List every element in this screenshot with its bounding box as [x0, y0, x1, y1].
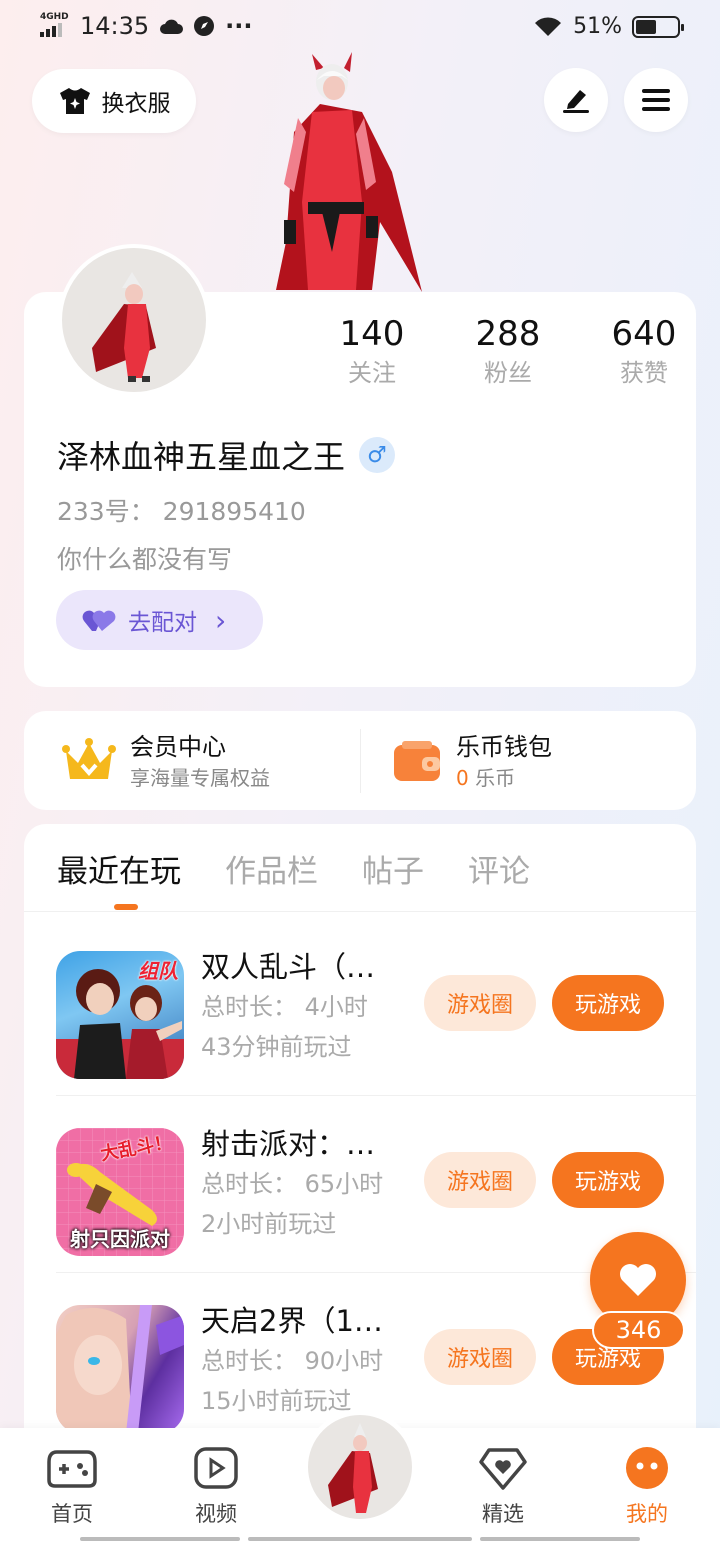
stat-value: 140 — [339, 314, 405, 354]
vip-center-subtitle: 享海量专属权益 — [130, 765, 270, 790]
game-title: 双人乱斗（… — [201, 950, 376, 984]
stat-following[interactable]: 140 关注 — [304, 312, 440, 390]
wallet-icon — [394, 740, 440, 781]
username-text: 泽林血神五星血之王 — [57, 438, 346, 476]
coin-wallet-entry[interactable]: 乐币钱包 0 乐币 — [392, 711, 552, 810]
change-outfit-button[interactable]: 换衣服 — [32, 69, 196, 133]
play-duration: 总时长： 4小时 — [201, 993, 368, 1021]
play-duration: 总时长： 90小时 — [201, 1347, 384, 1375]
vip-center-title: 会员中心 — [130, 732, 226, 761]
heart-diamond-icon — [479, 1448, 527, 1490]
divider — [24, 911, 696, 912]
play-game-button[interactable]: 玩游戏 — [552, 975, 664, 1031]
video-play-icon — [194, 1447, 238, 1489]
nav-home[interactable]: 首页 — [27, 1446, 117, 1528]
status-bar: 4GHD 14:35 ··· 51% — [0, 0, 720, 56]
battery-percent: 51% — [573, 14, 622, 39]
vip-center-entry[interactable]: 会员中心 享海量专属权益 — [62, 711, 270, 810]
tab-comments[interactable]: 评论 — [468, 846, 530, 891]
tab-posts[interactable]: 帖子 — [362, 846, 424, 891]
game-title: 射击派对：… — [201, 1127, 376, 1161]
heart-icon — [620, 1264, 656, 1296]
battery-fill — [636, 19, 657, 34]
like-count: 346 — [592, 1311, 685, 1349]
nav-label: 我的 — [626, 1502, 668, 1526]
nav-featured[interactable]: 精选 — [458, 1446, 548, 1528]
compass-icon — [194, 16, 215, 36]
game-row[interactable]: 大乱斗！ 射只因派对 射击派对：… 总时长： 65小时 2小时前玩过 游戏圈 玩… — [56, 1096, 696, 1273]
play-duration: 总时长： 65小时 — [201, 1170, 384, 1198]
active-tab-indicator — [114, 904, 138, 910]
profile-tabs: 最近在玩 作品栏 帖子 评论 — [57, 846, 530, 891]
gesture-bar — [248, 1537, 472, 1541]
game-icon[interactable]: 组队 — [56, 951, 184, 1079]
game-icon-art — [56, 1305, 184, 1433]
hamburger-menu-icon — [642, 89, 670, 111]
game-icon-label-bottom: 射只因派对 — [70, 1227, 170, 1251]
nav-center-avatar[interactable] — [303, 1410, 417, 1524]
double-heart-icon — [82, 610, 116, 631]
nav-label: 精选 — [482, 1502, 524, 1526]
last-played: 2小时前玩过 — [201, 1210, 337, 1238]
profile-stats: 140 关注 288 粉丝 640 获赞 — [304, 312, 712, 390]
nav-video[interactable]: 视频 — [171, 1446, 261, 1528]
game-icon[interactable] — [56, 1305, 184, 1433]
wifi-icon — [535, 16, 562, 36]
stat-label: 粉丝 — [484, 359, 532, 387]
stat-followers[interactable]: 288 粉丝 — [440, 312, 576, 390]
edit-profile-button[interactable] — [544, 68, 608, 132]
gesture-bar — [80, 1537, 240, 1541]
go-match-label: 去配对 — [128, 610, 197, 636]
more-notifications: ··· — [225, 12, 253, 40]
coin-amount: 0 — [456, 765, 469, 790]
center-avatar-image — [328, 1423, 378, 1513]
nav-label: 首页 — [51, 1502, 93, 1526]
stat-value: 640 — [611, 314, 677, 354]
battery-icon — [632, 15, 684, 38]
game-circle-button[interactable]: 游戏圈 — [424, 975, 536, 1031]
coin-wallet-title: 乐币钱包 — [456, 732, 552, 761]
game-icon-label: 组队 — [138, 959, 178, 983]
go-match-button[interactable]: 去配对 › — [56, 590, 263, 650]
coin-balance: 0 乐币 — [456, 764, 552, 792]
coin-unit: 乐币 — [475, 765, 516, 790]
avatar-character-figure[interactable] — [272, 52, 432, 294]
cloud-icon — [160, 19, 184, 34]
user-id: 233号： 291895410 — [57, 497, 306, 526]
male-gender-icon: ♂ — [359, 437, 396, 473]
tab-recently-played[interactable]: 最近在玩 — [57, 846, 181, 891]
game-title: 天启2界（1… — [201, 1304, 383, 1338]
divider — [360, 729, 361, 793]
user-bio: 你什么都没有写 — [57, 545, 233, 574]
clock: 14:35 — [80, 12, 150, 40]
profile-avatar[interactable] — [58, 244, 210, 396]
play-game-button[interactable]: 玩游戏 — [552, 1152, 664, 1208]
game-circle-button[interactable]: 游戏圈 — [424, 1152, 536, 1208]
stat-likes[interactable]: 640 获赞 — [576, 312, 712, 390]
stat-value: 288 — [475, 314, 541, 354]
game-circle-button[interactable]: 游戏圈 — [424, 1329, 536, 1385]
gesture-bar — [480, 1537, 640, 1541]
avatar-image — [92, 272, 156, 382]
cellular-signal-icon: 4GHD — [40, 13, 70, 39]
change-outfit-label: 换衣服 — [101, 91, 171, 117]
username: 泽林血神五星血之王 ♂ — [57, 432, 396, 478]
game-row[interactable]: 组队 双人乱斗（… 总时长： 4小时 43分钟前玩过 游戏圈 玩游戏 — [56, 919, 696, 1096]
my-face-icon — [626, 1447, 668, 1489]
game-icon[interactable]: 大乱斗！ 射只因派对 — [56, 1128, 184, 1256]
pen-icon — [563, 90, 589, 113]
crown-icon — [62, 737, 116, 779]
nav-label: 视频 — [195, 1502, 237, 1526]
nav-me[interactable]: 我的 — [602, 1446, 692, 1528]
stat-label: 关注 — [348, 359, 396, 387]
last-played: 43分钟前玩过 — [201, 1033, 352, 1061]
chevron-right-icon: › — [215, 603, 227, 637]
tab-works[interactable]: 作品栏 — [225, 846, 318, 891]
tshirt-sparkle-icon — [59, 88, 90, 114]
member-wallet-card: 会员中心 享海量专属权益 乐币钱包 0 乐币 — [24, 711, 696, 810]
menu-button[interactable] — [624, 68, 688, 132]
stat-label: 获赞 — [620, 359, 668, 387]
gamepad-icon — [47, 1450, 97, 1488]
